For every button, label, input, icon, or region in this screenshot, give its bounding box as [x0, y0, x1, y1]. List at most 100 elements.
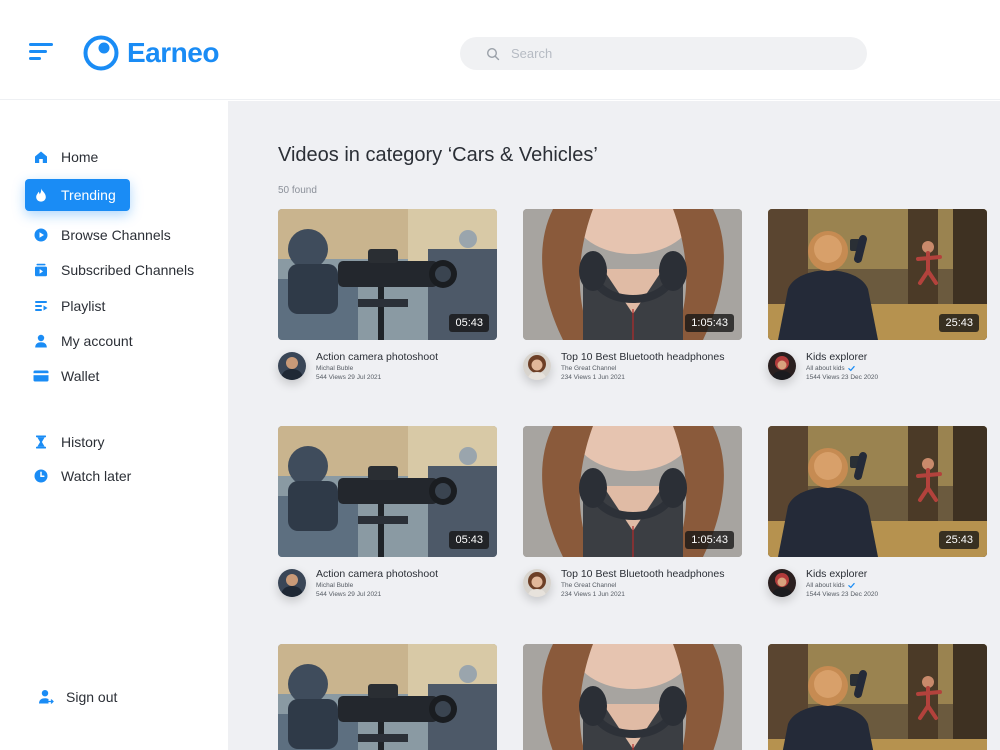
- video-title[interactable]: Kids explorer: [806, 568, 867, 580]
- video-meta: Kids explorer All about kids 1544 Views …: [768, 568, 987, 604]
- logo-icon: [82, 34, 120, 72]
- channel-name-text: The Great Channel: [561, 582, 617, 589]
- video-card[interactable]: 25:43 Kids explorer All about kids 1544 …: [768, 426, 987, 604]
- video-stats: 234 Views 1 Jun 2021: [561, 374, 625, 381]
- verified-icon: [847, 365, 855, 372]
- sidebar-item-history[interactable]: History: [25, 426, 119, 458]
- sidebar-item-subscribed-channels[interactable]: Subscribed Channels: [25, 254, 208, 286]
- sidebar-item-watch-later[interactable]: Watch later: [25, 460, 145, 492]
- video-title[interactable]: Top 10 Best Bluetooth headphones: [561, 351, 724, 363]
- app-logo[interactable]: Earneo: [82, 33, 219, 73]
- clock-icon: [33, 468, 49, 484]
- video-thumbnail[interactable]: 05:43: [278, 209, 497, 340]
- search-input[interactable]: [511, 46, 831, 61]
- sidebar-item-label: Subscribed Channels: [61, 262, 195, 278]
- search-icon: [486, 47, 500, 61]
- video-thumbnail[interactable]: 05:43: [278, 426, 497, 557]
- video-duration: 05:43: [449, 314, 489, 332]
- verified-icon: [847, 582, 855, 589]
- sidebar-item-label: Browse Channels: [61, 227, 171, 243]
- video-stats: 1544 Views 23 Dec 2020: [806, 591, 879, 598]
- sign-out-label: Sign out: [66, 689, 118, 705]
- sidebar-item-my-account[interactable]: My account: [25, 325, 147, 357]
- sidebar-item-home[interactable]: Home: [25, 141, 112, 173]
- channel-name-text: Michal Buble: [316, 582, 354, 589]
- sign-out-button[interactable]: Sign out: [30, 681, 131, 713]
- channel-avatar[interactable]: [768, 569, 796, 597]
- video-title[interactable]: Kids explorer: [806, 351, 867, 363]
- video-thumbnail[interactable]: 25:43: [768, 209, 987, 340]
- sidebar-item-label: Watch later: [61, 468, 132, 484]
- video-card[interactable]: [523, 644, 742, 750]
- sidebar: Home Trending Browse Channels Subscribed…: [0, 101, 228, 750]
- menu-icon[interactable]: [29, 41, 55, 63]
- video-card[interactable]: 25:43 Kids explorer All about kids 1544 …: [768, 209, 987, 387]
- sidebar-item-label: History: [61, 434, 105, 450]
- sidebar-item-label: Home: [61, 149, 99, 165]
- video-stats: 544 Views 29 Jul 2021: [316, 374, 382, 381]
- channel-name-text: All about kids: [806, 365, 845, 372]
- video-card[interactable]: 05:43 Action camera photoshoot Michal Bu…: [278, 426, 497, 604]
- user-icon: [33, 333, 49, 349]
- video-duration: 05:43: [449, 531, 489, 549]
- video-thumbnail[interactable]: 1:05:43: [523, 426, 742, 557]
- video-duration: 1:05:43: [685, 314, 734, 332]
- video-card[interactable]: 05:43 Action camera photoshoot Michal Bu…: [278, 209, 497, 387]
- video-thumbnail[interactable]: 1:05:43: [523, 209, 742, 340]
- app-header: Earneo: [0, 0, 1000, 100]
- video-meta: Top 10 Best Bluetooth headphones The Gre…: [523, 351, 742, 387]
- video-meta: Kids explorer All about kids 1544 Views …: [768, 351, 987, 387]
- sidebar-item-trending[interactable]: Trending: [25, 179, 130, 211]
- video-thumbnail[interactable]: 25:43: [768, 426, 987, 557]
- channel-avatar[interactable]: [278, 569, 306, 597]
- video-title[interactable]: Top 10 Best Bluetooth headphones: [561, 568, 724, 580]
- main-content: Videos in category ‘Cars & Vehicles’ 50 …: [228, 101, 1000, 750]
- user-logout-icon: [38, 689, 54, 705]
- home-icon: [33, 149, 49, 165]
- video-duration: 25:43: [939, 531, 979, 549]
- video-card[interactable]: [768, 644, 987, 750]
- play-circle-icon: [33, 227, 49, 243]
- channel-name[interactable]: The Great Channel: [561, 365, 616, 372]
- video-card[interactable]: 1:05:43 Top 10 Best Bluetooth headphones…: [523, 426, 742, 604]
- page-title: Videos in category ‘Cars & Vehicles’: [278, 144, 598, 166]
- video-title[interactable]: Action camera photoshoot: [316, 568, 438, 580]
- channel-name-text: Michal Buble: [316, 365, 354, 372]
- video-stats: 234 Views 1 Jun 2021: [561, 591, 625, 598]
- app-name: Earneo: [127, 37, 219, 68]
- hourglass-icon: [33, 434, 49, 450]
- channel-name[interactable]: Michal Buble: [316, 365, 353, 372]
- channel-avatar[interactable]: [523, 352, 551, 380]
- sidebar-item-wallet[interactable]: Wallet: [25, 360, 113, 392]
- video-title[interactable]: Action camera photoshoot: [316, 351, 438, 363]
- channel-avatar[interactable]: [768, 352, 796, 380]
- video-thumbnail[interactable]: [523, 644, 742, 750]
- video-meta: Top 10 Best Bluetooth headphones The Gre…: [523, 568, 742, 604]
- video-stats: 1544 Views 23 Dec 2020: [806, 374, 879, 381]
- channel-name[interactable]: All about kids: [806, 582, 855, 589]
- sidebar-item-label: Playlist: [61, 298, 106, 314]
- channel-name-text: All about kids: [806, 582, 845, 589]
- channel-name[interactable]: All about kids: [806, 365, 855, 372]
- video-thumbnail[interactable]: [278, 644, 497, 750]
- sidebar-item-browse-channels[interactable]: Browse Channels: [25, 219, 185, 251]
- playlist-icon: [33, 298, 49, 314]
- video-card[interactable]: 1:05:43 Top 10 Best Bluetooth headphones…: [523, 209, 742, 387]
- sidebar-item-playlist[interactable]: Playlist: [25, 290, 119, 322]
- video-stats: 544 Views 29 Jul 2021: [316, 591, 382, 598]
- results-count: 50 found: [278, 185, 317, 196]
- search-bar[interactable]: [460, 37, 867, 70]
- subscriptions-icon: [33, 262, 49, 278]
- channel-name-text: The Great Channel: [561, 365, 617, 372]
- channel-avatar[interactable]: [278, 352, 306, 380]
- video-duration: 25:43: [939, 314, 979, 332]
- sidebar-item-label: Wallet: [61, 368, 100, 384]
- channel-name[interactable]: Michal Buble: [316, 582, 353, 589]
- video-meta: Action camera photoshoot Michal Buble 54…: [278, 568, 497, 604]
- video-card[interactable]: [278, 644, 497, 750]
- channel-name[interactable]: The Great Channel: [561, 582, 616, 589]
- channel-avatar[interactable]: [523, 569, 551, 597]
- sidebar-item-label: Trending: [61, 187, 116, 203]
- sidebar-item-label: My account: [61, 333, 133, 349]
- video-thumbnail[interactable]: [768, 644, 987, 750]
